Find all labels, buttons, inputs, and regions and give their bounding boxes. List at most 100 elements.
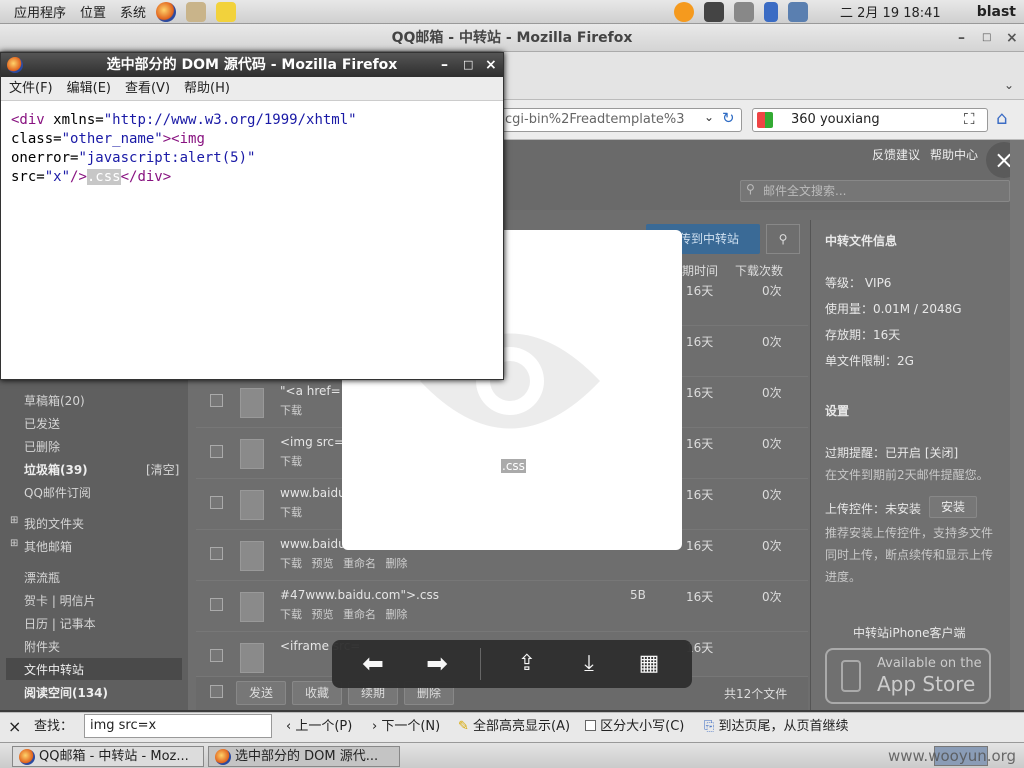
row-checkbox[interactable] (210, 649, 223, 662)
preview-filename: .css (501, 459, 526, 473)
mail-launcher-icon[interactable] (186, 1, 207, 22)
highlight-all-button[interactable]: ✎ 全部高亮显示(A) (458, 713, 570, 741)
sidebar-item-other-mailboxes[interactable]: 其他邮箱 (24, 538, 72, 555)
close-findbar-icon[interactable]: × (8, 713, 21, 741)
task-dom-window[interactable]: 选中部分的 DOM 源代... (208, 746, 400, 767)
total-files: 共12个文件 (724, 687, 788, 701)
empty-spam-link[interactable]: [清空] (146, 461, 179, 478)
file-actions[interactable]: 下载 (280, 402, 302, 418)
file-actions[interactable]: 下载 (280, 453, 302, 469)
screen-icon[interactable] (704, 1, 725, 22)
minimize-icon[interactable]: – (958, 24, 965, 52)
next-arrow-icon[interactable]: ➡ (422, 650, 452, 678)
find-prev-button[interactable]: ‹ 上一个(P) (286, 713, 352, 741)
dom-window-titlebar[interactable]: 选中部分的 DOM 源代码 - Mozilla Firefox – □ × (1, 53, 503, 77)
task-main-window[interactable]: QQ邮箱 - 中转站 - Moz... (12, 746, 204, 767)
sidebar-item-drafts[interactable]: 草稿箱(20) (24, 392, 85, 409)
file-downloads: 0次 (762, 488, 782, 502)
search-input[interactable]: 360 youxiang (752, 108, 988, 132)
row-checkbox[interactable] (210, 496, 223, 509)
mail-search-box[interactable]: 邮件全文搜索... (740, 180, 1010, 202)
page-scrollbar[interactable] (1010, 140, 1024, 710)
taskbar: QQ邮箱 - 中转站 - Moz... 选中部分的 DOM 源代... www.… (0, 742, 1024, 768)
expand-other-icon[interactable]: ⊞ (10, 538, 18, 549)
mail-search-icon: ⚲ (746, 182, 755, 196)
volume-icon[interactable] (734, 1, 755, 22)
row-checkbox[interactable] (210, 445, 223, 458)
sidebar-item-subscriptions[interactable]: QQ邮件订阅 (24, 484, 91, 501)
app-store-big-text: App Store (877, 672, 976, 696)
expire-reminder[interactable]: 过期提醒：已开启 [关闭] (825, 444, 958, 461)
expand-folders-icon[interactable]: ⊞ (10, 515, 18, 526)
network-icon[interactable] (788, 1, 809, 22)
sidebar-item-calendar[interactable]: 日历 | 记事本 (24, 615, 96, 632)
download-icon[interactable]: ⤓ (574, 650, 604, 678)
file-name[interactable]: www.baidu (280, 486, 346, 500)
send-button[interactable]: 发送 (236, 681, 286, 705)
firefox-launcher-icon[interactable] (156, 1, 177, 22)
sidebar-item-my-folders[interactable]: 我的文件夹 (24, 515, 84, 532)
file-name[interactable]: <img src= (280, 435, 344, 449)
find-next-label: 下一个(N) (381, 719, 441, 734)
file-icon (240, 439, 264, 469)
notes-launcher-icon[interactable] (216, 1, 237, 22)
row-checkbox[interactable] (210, 598, 223, 611)
info-limit: 单文件限制：2G (825, 354, 914, 368)
file-actions[interactable]: 下载 (280, 504, 302, 520)
menu-edit[interactable]: 编辑(E) (67, 81, 111, 96)
sidebar-item-attachments[interactable]: 附件夹 (24, 638, 60, 655)
match-case-checkbox[interactable]: 区分大小写(C) (585, 713, 684, 741)
sidebar-item-spam[interactable]: 垃圾箱(39) (24, 461, 88, 478)
share-icon[interactable]: ⇪ (512, 650, 542, 678)
prev-arrow-icon[interactable]: ⬅ (358, 650, 388, 678)
file-row[interactable]: #47www.baidu.com">.css 下载 预览 重命名 删除 5B 16天 0… (196, 582, 808, 632)
sidebar-item-deleted[interactable]: 已删除 (24, 438, 60, 455)
menu-help[interactable]: 帮助(H) (184, 81, 230, 96)
find-prev-label: 上一个(P) (295, 719, 353, 734)
close-icon[interactable]: × (1006, 24, 1018, 52)
tab-list-chevron-icon[interactable]: ⌄ (1004, 78, 1014, 92)
sidebar-item-reading-space[interactable]: 阅读空间(134) (24, 684, 108, 701)
sidebar-item-sent[interactable]: 已发送 (24, 415, 60, 432)
dom-source-code[interactable]: <div xmlns="http://www.w3.org/1999/xhtml… (11, 111, 357, 187)
bluetooth-icon[interactable] (764, 1, 779, 22)
menu-view[interactable]: 查看(V) (125, 81, 170, 96)
sidebar-item-cards[interactable]: 贺卡 | 明信片 (24, 592, 96, 609)
dom-close-icon[interactable]: × (485, 53, 497, 77)
home-icon[interactable]: ⌂ (996, 108, 1007, 129)
highlight-icon: ✎ (458, 719, 469, 734)
feedback-link[interactable]: 反馈建议 (872, 146, 920, 163)
menu-system[interactable]: 系统 (120, 2, 146, 21)
app-store-badge[interactable]: Available on the App Store (825, 648, 991, 704)
url-dropdown-icon[interactable]: ⌄ (704, 110, 714, 124)
row-checkbox[interactable] (210, 394, 223, 407)
username[interactable]: blast (977, 4, 1016, 20)
code-token: "other_name" (61, 131, 163, 147)
file-name[interactable]: #47www.baidu.com">.css (280, 588, 439, 602)
dom-maximize-icon[interactable]: □ (463, 53, 473, 77)
sidebar-item-drift-bottle[interactable]: 漂流瓶 (24, 569, 60, 586)
file-actions[interactable]: 下载 预览 重命名 删除 (280, 555, 408, 571)
reload-icon[interactable]: ↻ (722, 109, 738, 127)
qrcode-icon[interactable]: ▦ (634, 650, 664, 678)
menu-applications[interactable]: 应用程序 (14, 2, 66, 21)
install-button[interactable]: 安装 (929, 496, 977, 518)
list-search-icon[interactable]: ⚲ (766, 224, 800, 254)
clock[interactable]: 二 2月 19 18:41 (840, 2, 941, 21)
file-name[interactable]: "<a href= (280, 384, 341, 398)
upload-control-status: 上传控件：未安装 (825, 502, 922, 516)
select-all-checkbox[interactable] (210, 685, 223, 698)
file-actions[interactable]: 下载 预览 重命名 删除 (280, 606, 408, 622)
update-icon[interactable] (674, 1, 695, 22)
find-input[interactable]: img src=x (84, 714, 272, 738)
help-link[interactable]: 帮助中心 (930, 146, 978, 163)
maximize-icon[interactable]: □ (982, 24, 991, 52)
find-next-button[interactable]: › 下一个(N) (372, 713, 440, 741)
dom-minimize-icon[interactable]: – (441, 53, 448, 77)
code-token: class= (11, 131, 62, 147)
search-binoculars-icon[interactable]: ⛶ (964, 110, 975, 128)
menu-file[interactable]: 文件(F) (9, 81, 53, 96)
menu-places[interactable]: 位置 (80, 2, 106, 21)
search-engine-icon[interactable] (757, 112, 773, 128)
row-checkbox[interactable] (210, 547, 223, 560)
